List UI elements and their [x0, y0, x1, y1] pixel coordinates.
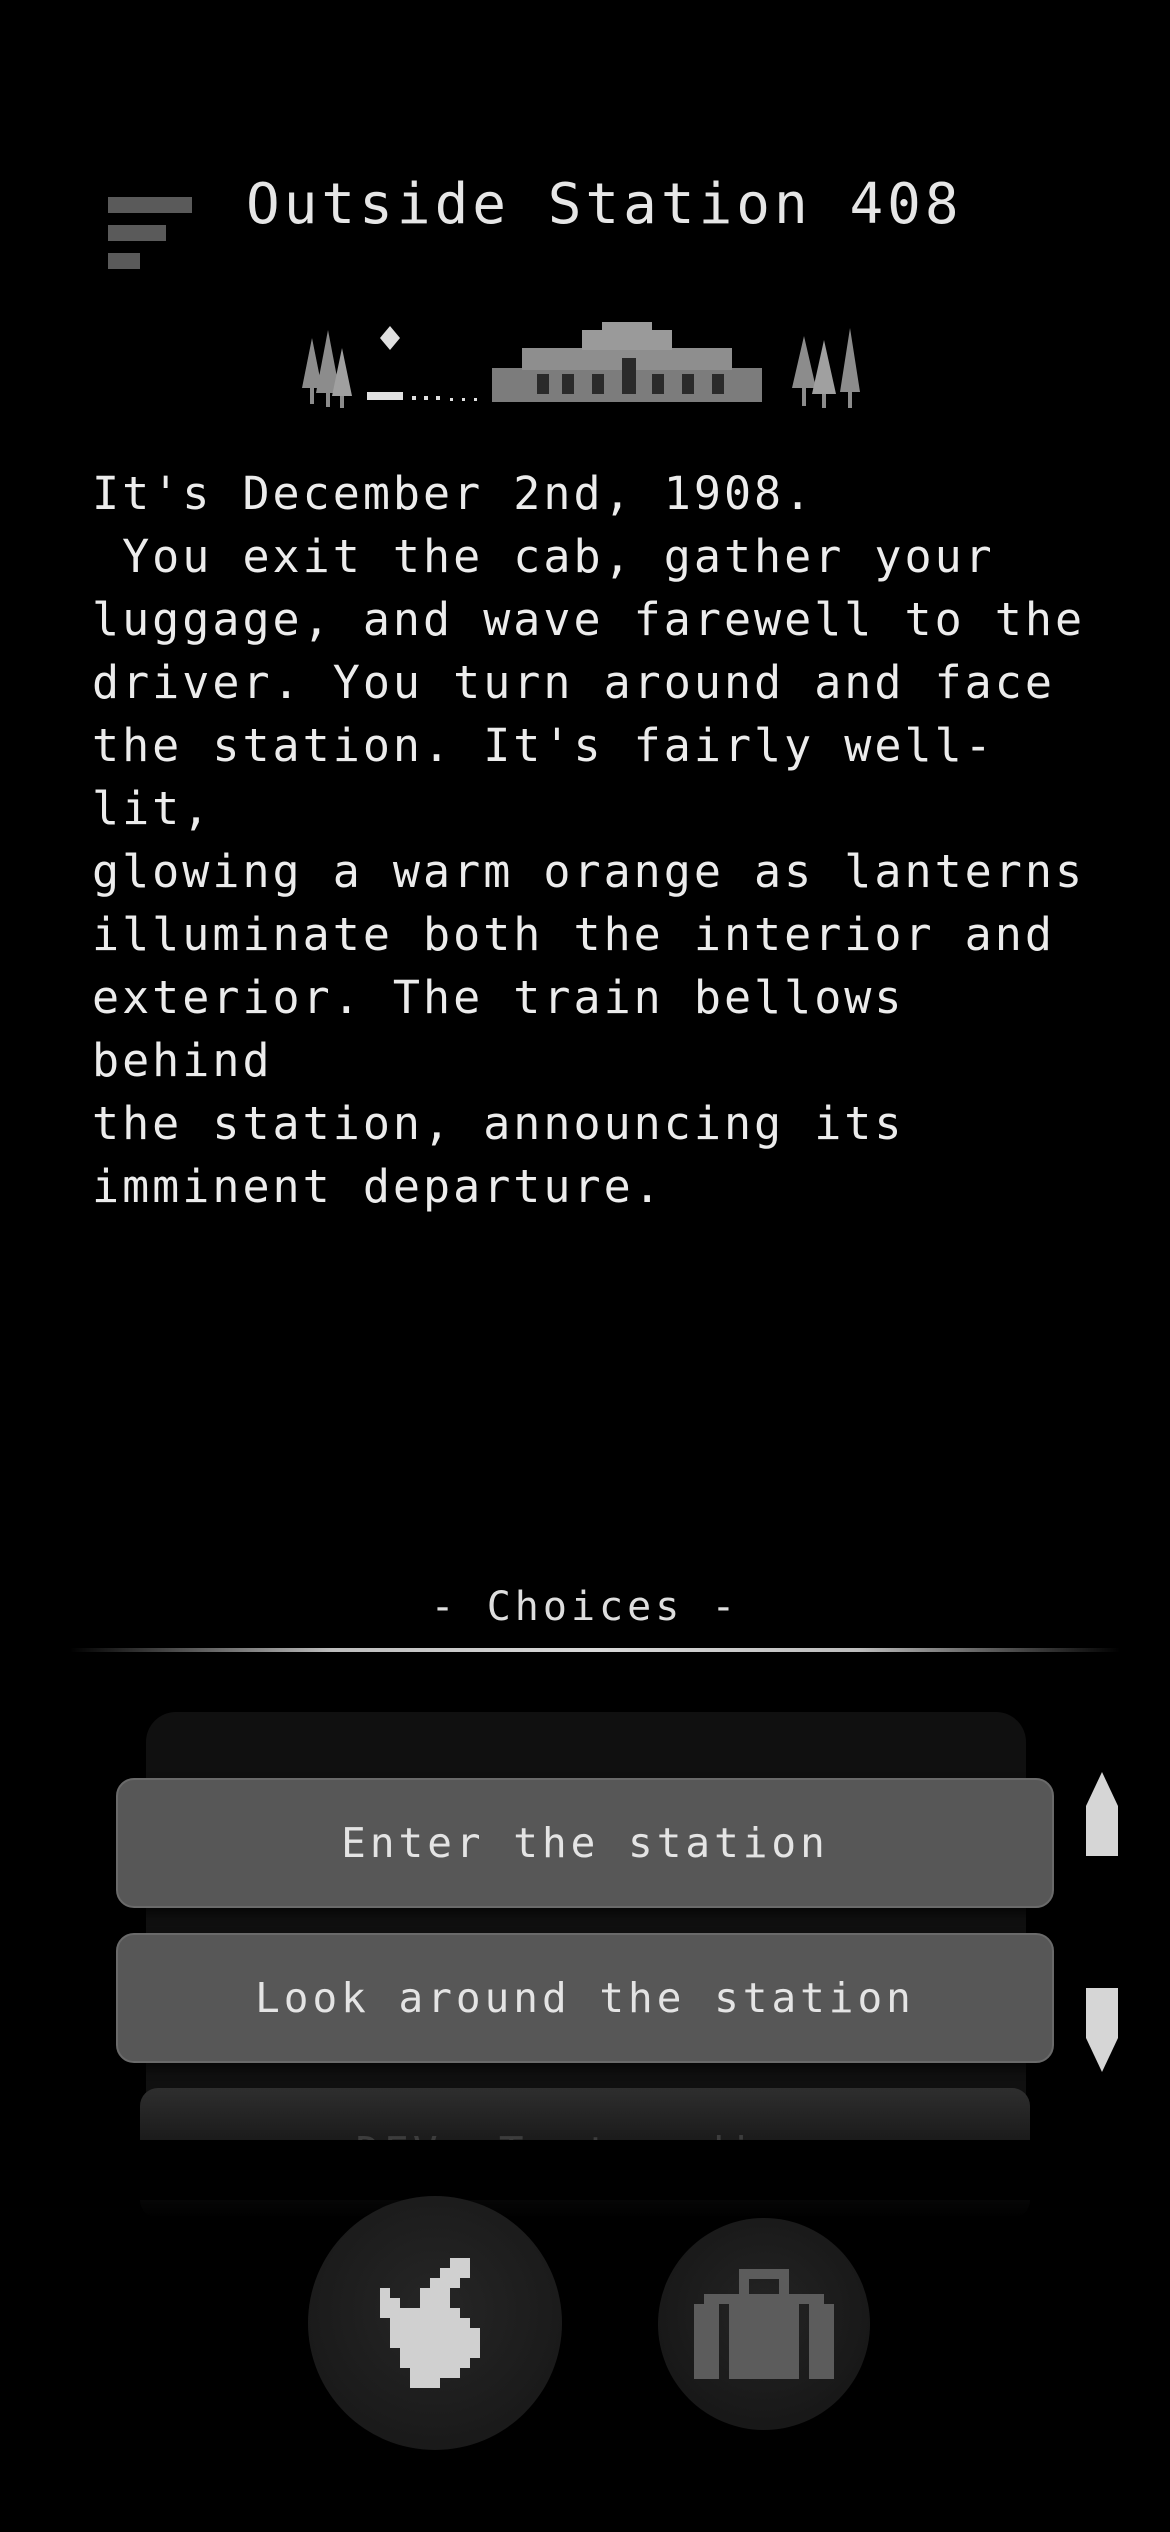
- hand-icon: [380, 2258, 480, 2388]
- choice-button-enter-station[interactable]: Enter the station: [116, 1778, 1054, 1908]
- narrative-text: It's December 2nd, 1908. You exit the ca…: [92, 467, 1086, 1213]
- station-scene-icon: [302, 322, 860, 408]
- choice-button-look-around[interactable]: Look around the station: [116, 1933, 1054, 2063]
- game-screen: Outside Station 408 It's December 2nd, 1…: [0, 0, 1170, 2532]
- interact-button[interactable]: [308, 2196, 562, 2450]
- arrow-up-icon[interactable]: [1084, 1772, 1120, 1856]
- suitcase-icon: [694, 2269, 834, 2379]
- choices-heading: - Choices -: [430, 1584, 740, 1630]
- choices-fade-mask: [100, 2140, 1060, 2200]
- choices-divider: [70, 1648, 1120, 1652]
- arrow-down-icon[interactable]: [1084, 1988, 1120, 2072]
- choice-label: Look around the station: [255, 1974, 915, 2022]
- menu-button[interactable]: [100, 195, 196, 285]
- location-title: Outside Station 408: [246, 172, 963, 237]
- inventory-button[interactable]: [658, 2218, 870, 2430]
- choice-label: Enter the station: [341, 1819, 829, 1867]
